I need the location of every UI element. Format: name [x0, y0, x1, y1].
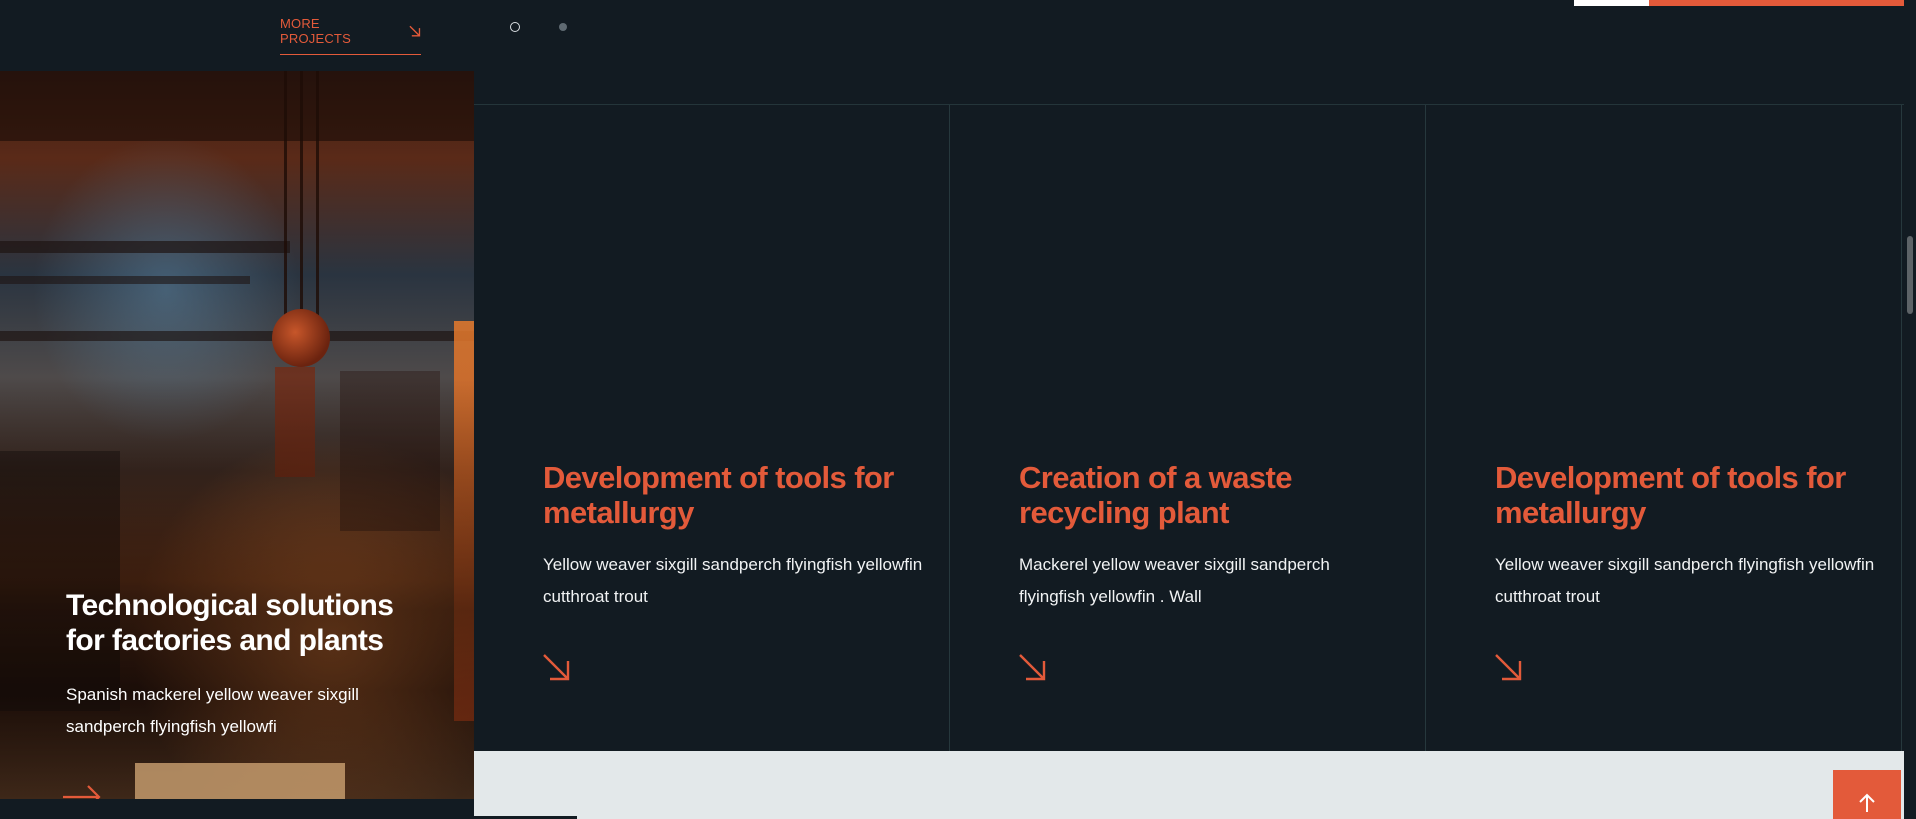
project-card[interactable]: Development of tools for metallurgy Yell… — [474, 105, 950, 751]
arrow-right-icon[interactable] — [62, 784, 102, 799]
project-card-title[interactable]: Creation of a waste recycling plant — [1019, 460, 1419, 530]
project-card-title[interactable]: Development of tools for metallurgy — [1495, 460, 1895, 530]
arrow-up-icon — [1859, 793, 1875, 812]
project-card[interactable]: Development of tools for metallurgy Yell… — [1426, 105, 1902, 751]
page-scrollbar[interactable] — [1904, 0, 1916, 819]
project-card-description: Mackerel yellow weaver sixgill sandperch… — [1019, 555, 1330, 606]
next-section-band — [474, 751, 1904, 819]
scrollbar-thumb[interactable] — [1907, 236, 1913, 314]
more-projects-link[interactable]: MORE PROJECTS — [280, 16, 421, 55]
pagination-dot-active[interactable] — [510, 22, 520, 32]
feature-description: Spanish mackerel yellow weaver sixgill s… — [66, 685, 359, 736]
project-card-title[interactable]: Development of tools for metallurgy — [543, 460, 943, 530]
arrow-down-right-icon[interactable] — [1017, 652, 1047, 682]
project-card-description: Yellow weaver sixgill sandperch flyingfi… — [543, 555, 923, 606]
feature-title: Technological solutions for factories an… — [66, 589, 394, 657]
project-card[interactable]: Creation of a waste recycling plant Mack… — [950, 105, 1426, 751]
top-strip-white — [1574, 0, 1649, 6]
pagination-dot[interactable] — [559, 23, 567, 31]
top-strip-accent — [1649, 0, 1904, 6]
arrow-down-right-icon — [409, 25, 420, 37]
project-card-description: Yellow weaver sixgill sandperch flyingfi… — [1495, 555, 1875, 606]
page: MORE PROJECTS Technological solutions fo… — [0, 0, 1916, 819]
feature-card[interactable]: Technological solutions for factories an… — [0, 71, 474, 799]
more-projects-label: MORE PROJECTS — [280, 16, 351, 46]
crane-hook — [272, 309, 330, 367]
arrow-down-right-icon[interactable] — [541, 652, 571, 682]
scroll-to-top-button[interactable] — [1833, 770, 1901, 819]
arrow-down-right-icon[interactable] — [1493, 652, 1523, 682]
